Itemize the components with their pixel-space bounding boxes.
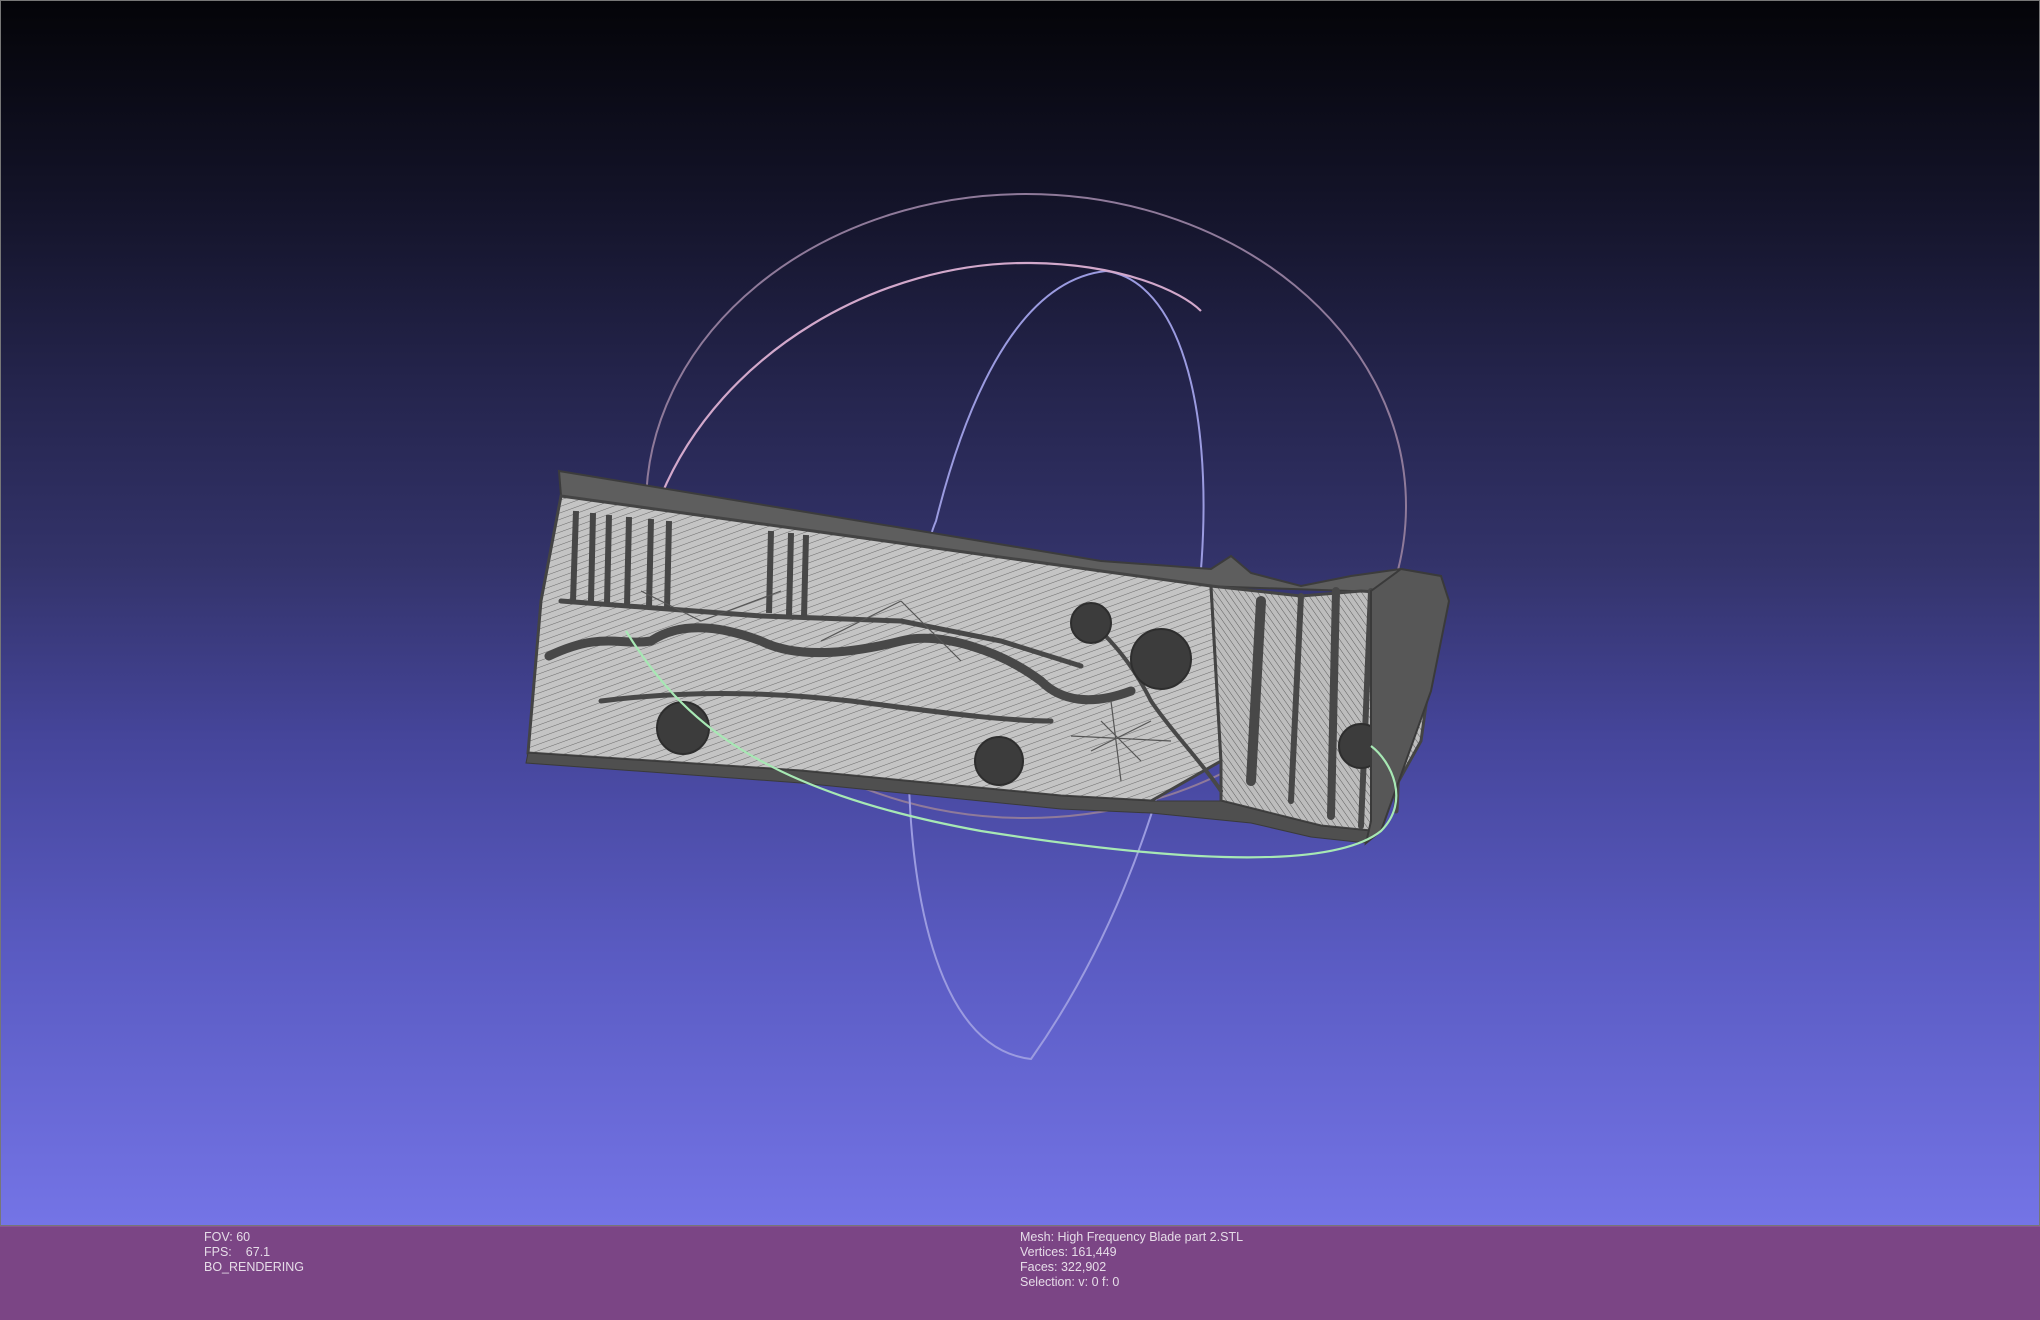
fps-label: FPS: xyxy=(204,1245,232,1259)
fps-value: 67.1 xyxy=(245,1245,271,1259)
render-info: FOV: 60 FPS: 67.1 BO_RENDERING xyxy=(204,1230,304,1275)
mesh-info: Mesh: High Frequency Blade part 2.STL Ve… xyxy=(1020,1230,1243,1290)
face-count: Faces: 322,902 xyxy=(1020,1260,1107,1274)
vertex-count: Vertices: 161,449 xyxy=(1020,1245,1117,1259)
3d-viewport[interactable] xyxy=(0,0,2040,1226)
fps-readout: FPS: 67.1 xyxy=(204,1245,304,1260)
mesh-name: Mesh: High Frequency Blade part 2.STL xyxy=(1020,1230,1244,1244)
mesh-model[interactable] xyxy=(525,469,1451,846)
status-bar: FOV: 60 FPS: 67.1 BO_RENDERING Mesh: High… xyxy=(0,1226,2040,1320)
mesh-end-cap xyxy=(1364,567,1451,846)
fov-label: FOV: xyxy=(204,1230,233,1244)
fov-readout: FOV: 60 xyxy=(204,1230,304,1245)
render-mode: BO_RENDERING xyxy=(204,1260,305,1274)
scene-canvas[interactable] xyxy=(1,1,2040,1227)
fov-value: 60 xyxy=(236,1230,251,1244)
selection-info: Selection: v: 0 f: 0 xyxy=(1020,1275,1120,1289)
